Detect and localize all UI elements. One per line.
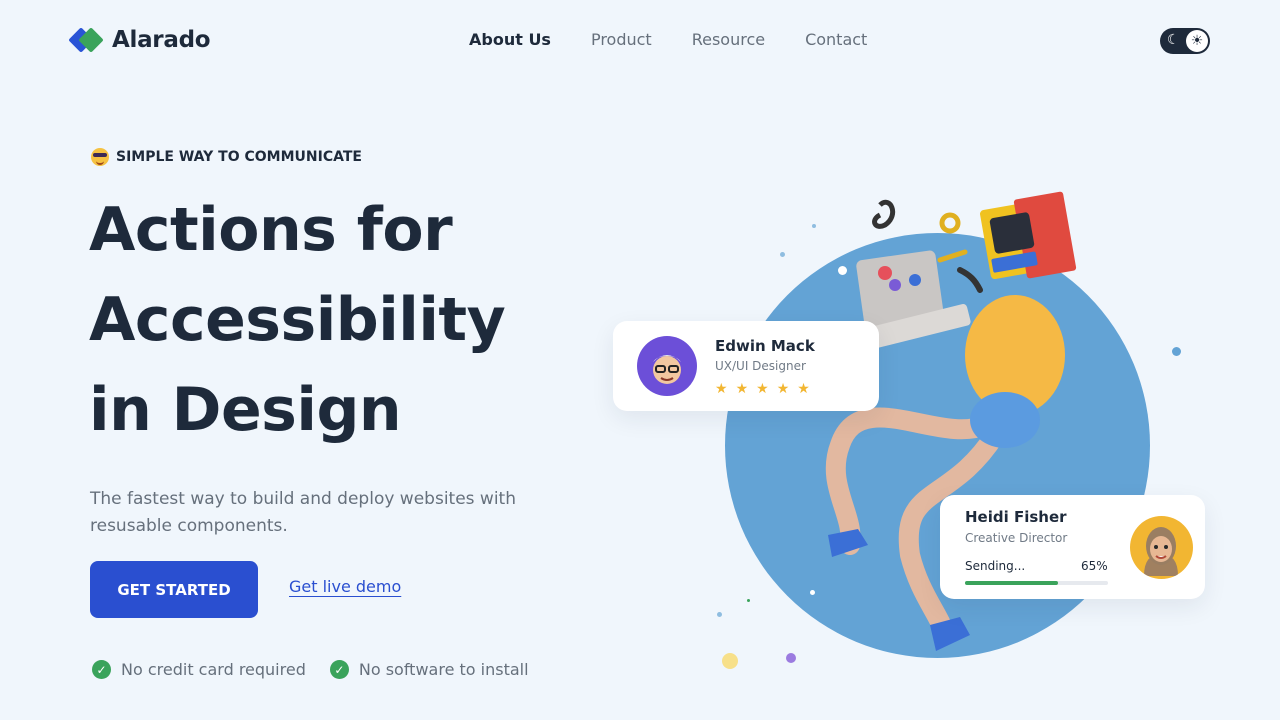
feature-checks: ✓ No credit card required ✓ No software … (92, 660, 529, 679)
decor-dot (780, 252, 785, 257)
character-illustration (825, 191, 1077, 651)
headline-line-2: Accessibility (89, 285, 506, 355)
check-label: No credit card required (121, 660, 306, 679)
hero-headline: Actions for Accessibility in Design (89, 185, 609, 455)
decor-dot (1172, 347, 1181, 356)
decor-dot (717, 612, 722, 617)
brand-logo[interactable]: Alarado (68, 26, 211, 54)
nav-product[interactable]: Product (591, 30, 652, 49)
decor-dot (747, 599, 750, 602)
logo-mark-icon (68, 26, 104, 54)
live-demo-link[interactable]: Get live demo (289, 577, 401, 596)
star-icon: ★ (735, 381, 749, 397)
hero-subtitle: The fastest way to build and deploy webs… (90, 489, 516, 536)
progress-percent: 65% (1081, 559, 1108, 573)
decor-dot (810, 590, 815, 595)
main-nav: About Us Product Resource Contact (469, 30, 867, 49)
star-icon: ★ (756, 381, 769, 397)
sender-name: Heidi Fisher (965, 508, 1067, 526)
reviewer-card: Edwin Mack UX/UI Designer ★ ★ ★ ★ ★ (613, 321, 879, 411)
reviewer-role: UX/UI Designer (715, 359, 806, 373)
check-item: ✓ No credit card required (92, 660, 306, 679)
check-circle-icon: ✓ (92, 660, 111, 679)
decor-dot (812, 224, 816, 228)
upload-card: Heidi Fisher Creative Director Sending..… (940, 495, 1205, 599)
sun-icon: ☀ (1186, 30, 1208, 52)
get-started-button[interactable]: GET STARTED (90, 561, 258, 618)
nav-resource[interactable]: Resource (692, 30, 765, 49)
sunglasses-emoji-icon (91, 148, 109, 166)
eyebrow-text: SIMPLE WAY TO COMMUNICATE (116, 149, 362, 165)
avatar (1130, 516, 1193, 579)
star-icon: ★ (715, 381, 728, 397)
check-circle-icon: ✓ (329, 660, 349, 679)
theme-toggle[interactable]: ☾ ☀ (1160, 28, 1210, 54)
decor-dot (786, 653, 796, 663)
avatar (637, 336, 697, 396)
check-item: ✓ No software to install (329, 660, 529, 679)
headline-line-3: in Design (89, 375, 402, 445)
star-rating: ★ ★ ★ ★ ★ (715, 381, 810, 397)
headline-line-1: Actions for (89, 195, 453, 265)
check-label: No software to install (358, 660, 529, 679)
decor-dot (722, 653, 738, 669)
star-icon: ★ (776, 381, 790, 397)
star-icon: ★ (797, 381, 810, 397)
moon-icon: ☾ (1167, 32, 1180, 48)
progress-label: Sending... (965, 559, 1026, 573)
progress-fill (965, 581, 1058, 585)
reviewer-name: Edwin Mack (715, 337, 815, 355)
nav-contact[interactable]: Contact (805, 30, 867, 49)
nav-about-us[interactable]: About Us (469, 30, 551, 49)
hero-eyebrow: SIMPLE WAY TO COMMUNICATE (91, 148, 362, 166)
sender-role: Creative Director (965, 531, 1068, 545)
progress-track (965, 581, 1108, 585)
brand-name: Alarado (112, 27, 211, 53)
